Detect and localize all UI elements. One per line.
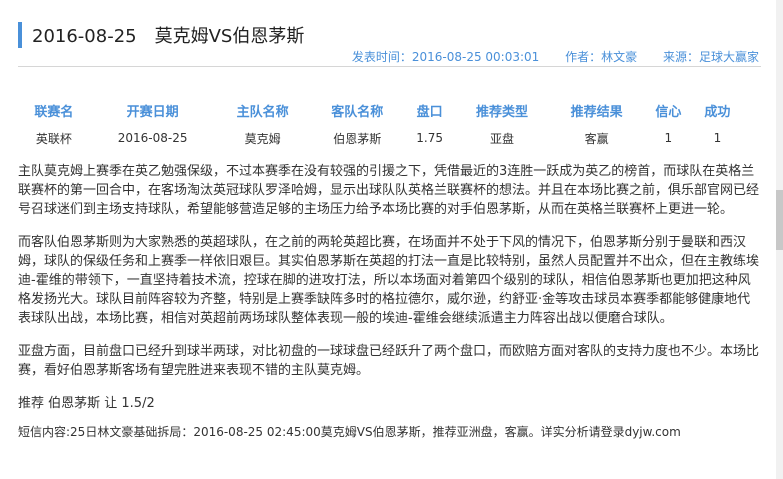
cell-recommend-result: 客赢 — [584, 131, 609, 146]
cell-league: 英联杯 — [35, 131, 72, 146]
col-confidence: 信心 — [655, 104, 682, 120]
cell-success: 1 — [713, 131, 722, 145]
source-link[interactable]: 来源：足球大赢家 — [663, 50, 759, 64]
col-success: 成功 — [704, 104, 731, 120]
col-recommend-type: 推荐类型 — [476, 104, 529, 120]
publish-time: 发表时间：2016-08-25 00:03:01 — [351, 50, 540, 64]
page-title: 2016-08-25 莫克姆VS伯恩茅斯 — [32, 22, 304, 48]
table-row: 英联杯 2016-08-25 莫克姆 伯恩茅斯 1.75 亚盘 客赢 1 1 — [18, 124, 742, 152]
article-paragraph-2: 而客队伯恩茅斯则为大家熟悉的英超球队，在之前的两轮英超比赛，在场面并不处于下风的… — [18, 235, 760, 326]
cell-away-team: 伯恩茅斯 — [333, 131, 382, 146]
title-accent-bar — [18, 22, 22, 48]
scrollbar-thumb[interactable] — [776, 190, 783, 250]
article-paragraph-1: 主队莫克姆上赛季在英乙勉强保级，不过本赛季在没有较强的引援之下，凭借最近的3连胜… — [18, 164, 760, 217]
col-league: 联赛名 — [34, 104, 74, 120]
match-info-table: 联赛名 开赛日期 主队名称 客队名称 盘口 推荐类型 推荐结果 信心 成功 英联… — [18, 96, 742, 152]
author: 作者：林文豪 — [565, 50, 638, 64]
header-divider — [18, 66, 761, 67]
title-date: 2016-08-25 — [32, 26, 137, 47]
col-away-team: 客队名称 — [331, 104, 384, 120]
col-handicap: 盘口 — [416, 104, 443, 120]
article-title-bar: 2016-08-25 莫克姆VS伯恩茅斯 — [18, 22, 304, 48]
title-match: 莫克姆VS伯恩茅斯 — [154, 26, 305, 47]
col-home-team: 主队名称 — [236, 104, 289, 120]
vertical-scrollbar[interactable] — [776, 0, 783, 479]
article-meta: 发表时间：2016-08-25 00:03:01 作者：林文豪 来源：足球大赢家 — [330, 48, 759, 65]
article-body: 主队莫克姆上赛季在英乙勉强保级，不过本赛季在没有较强的引援之下，凭借最近的3连胜… — [18, 162, 763, 442]
recommendation: 推荐 伯恩茅斯 让 1.5/2 — [18, 396, 155, 411]
col-start-date: 开赛日期 — [126, 104, 179, 120]
cell-home-team: 莫克姆 — [244, 131, 281, 146]
table-header-row: 联赛名 开赛日期 主队名称 客队名称 盘口 推荐类型 推荐结果 信心 成功 — [18, 96, 742, 124]
sms-content: 短信内容:25日林文豪基础拆局：2016-08-25 02:45:00莫克姆VS… — [18, 425, 681, 439]
cell-recommend-type: 亚盘 — [490, 131, 515, 146]
article-page: 2016-08-25 莫克姆VS伯恩茅斯 发表时间：2016-08-25 00:0… — [0, 0, 783, 479]
cell-handicap: 1.75 — [416, 131, 443, 145]
article-paragraph-3: 亚盘方面，目前盘口已经升到球半两球，对比初盘的一球球盘已经跃升了两个盘口，而欧赔… — [18, 344, 760, 378]
col-recommend-result: 推荐结果 — [570, 104, 623, 120]
cell-start-date: 2016-08-25 — [117, 131, 188, 145]
cell-confidence: 1 — [664, 131, 673, 145]
